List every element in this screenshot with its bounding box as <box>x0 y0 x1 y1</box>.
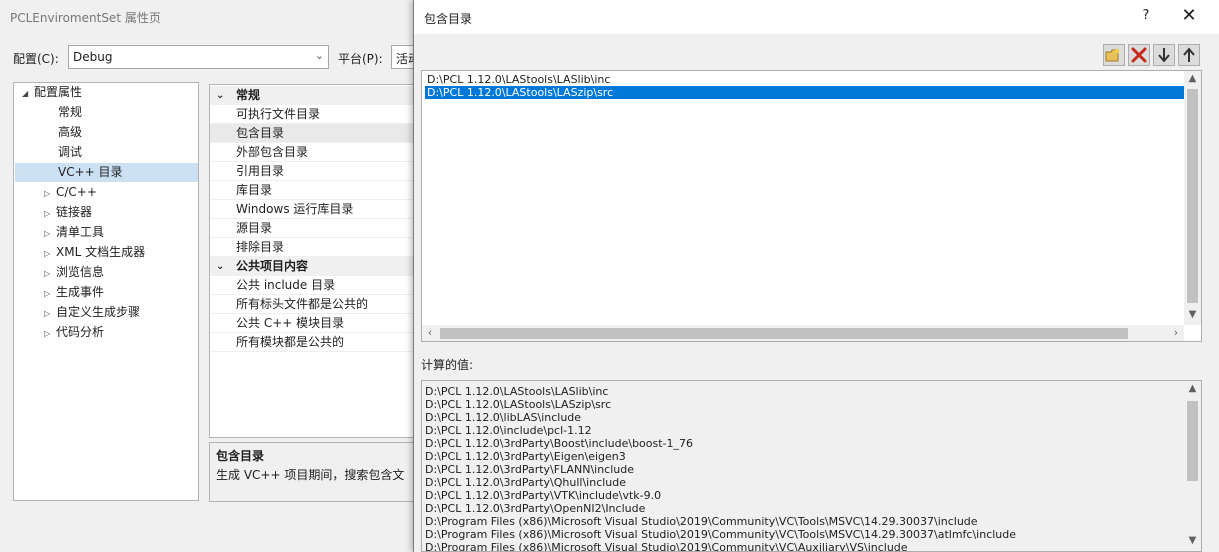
tree-item-xml-doc[interactable]: ▷ XML 文档生成器 <box>44 243 145 262</box>
category-general[interactable]: ⌄ 常规 <box>210 86 420 105</box>
list-item: D:\PCL 1.12.0\3rdParty\VTK\include\vtk-9… <box>425 489 662 502</box>
tree-item-cpp[interactable]: ▷ C/C++ <box>44 183 97 202</box>
prop-all-modules-public[interactable]: 所有模块都是公共的 <box>210 333 420 352</box>
property-grid: ⌄ 常规 可执行文件目录 包含目录 外部包含目录 引用目录 库目录 Window… <box>209 84 420 438</box>
evaluated-values-list: D:\PCL 1.12.0\LAStools\LASlib\inc D:\PCL… <box>421 380 1202 552</box>
delete-button[interactable] <box>1128 44 1150 66</box>
move-up-button[interactable] <box>1178 44 1200 66</box>
scroll-down-arrow-icon[interactable]: ▼ <box>1184 307 1201 323</box>
collapse-chevron-icon: ⌄ <box>216 261 225 272</box>
move-down-button[interactable] <box>1153 44 1175 66</box>
prop-source-dirs[interactable]: 源目录 <box>210 219 420 238</box>
collapsed-triangle-icon: ▷ <box>44 309 51 318</box>
evaluated-value-label: 计算的值: <box>421 358 474 372</box>
help-button[interactable]: ? <box>1138 8 1154 26</box>
tree-item-browse-info[interactable]: ▷ 浏览信息 <box>44 263 104 282</box>
scroll-up-arrow-icon[interactable]: ▲ <box>1184 71 1201 87</box>
collapsed-triangle-icon: ▷ <box>44 329 51 338</box>
scroll-right-arrow-icon[interactable]: › <box>1168 325 1184 341</box>
scroll-down-arrow-icon[interactable]: ▼ <box>1184 533 1201 549</box>
move-down-icon <box>1158 48 1170 63</box>
tree-item-general[interactable]: 常规 <box>58 103 82 122</box>
scroll-left-arrow-icon[interactable]: ‹ <box>422 325 438 341</box>
tree-item-advanced[interactable]: 高级 <box>58 123 82 142</box>
config-value: Debug <box>73 50 113 64</box>
prop-exclude-dirs[interactable]: 排除目录 <box>210 238 420 257</box>
scroll-thumb[interactable] <box>1187 401 1198 481</box>
new-line-icon <box>1105 48 1120 62</box>
prop-library-dirs[interactable]: 库目录 <box>210 181 420 200</box>
list-item: D:\Program Files (x86)\Microsoft Visual … <box>425 515 978 528</box>
window-title: PCLEnviromentSet 属性页 <box>10 11 161 25</box>
description-title: 包含目录 <box>216 449 265 463</box>
config-label: 配置(C): <box>13 52 59 66</box>
tree-item-build-events[interactable]: ▷ 生成事件 <box>44 283 104 302</box>
prop-all-headers-public[interactable]: 所有标头文件都是公共的 <box>210 295 420 314</box>
tree-item-debugging[interactable]: 调试 <box>58 143 82 162</box>
list-item: D:\PCL 1.12.0\3rdParty\OpenNI2\Include <box>425 502 646 515</box>
tree-item-linker[interactable]: ▷ 链接器 <box>44 203 92 222</box>
list-item: D:\PCL 1.12.0\3rdParty\Boost\include\boo… <box>425 437 694 450</box>
collapsed-triangle-icon: ▷ <box>44 189 51 198</box>
platform-label: 平台(P): <box>338 52 383 66</box>
collapsed-triangle-icon: ▷ <box>44 229 51 238</box>
dialog-title: 包含目录 <box>424 12 473 26</box>
prop-winrt-lib-dirs[interactable]: Windows 运行库目录 <box>210 200 420 219</box>
include-directories-dialog: 包含目录 ? ✕ D:\PCL 1.12.0\LAStools\LASlib\i… <box>413 0 1219 552</box>
scroll-thumb[interactable] <box>1187 89 1198 303</box>
config-dropdown[interactable]: Debug ⌄ <box>68 45 329 69</box>
list-item-selected[interactable]: D:\PCL 1.12.0\LAStools\LASzip\src <box>425 86 1185 99</box>
vertical-scrollbar[interactable]: ▲ ▼ <box>1184 71 1201 325</box>
prop-public-include-dirs[interactable]: 公共 include 目录 <box>210 276 420 295</box>
prop-reference-dirs[interactable]: 引用目录 <box>210 162 420 181</box>
description-panel: 包含目录 生成 VC++ 项目期间，搜索包含文 <box>209 442 419 502</box>
move-up-icon <box>1183 47 1195 62</box>
horizontal-scrollbar[interactable]: ‹ › <box>422 325 1184 341</box>
scroll-up-arrow-icon[interactable]: ▲ <box>1184 381 1201 397</box>
expanded-triangle-icon: ◢ <box>22 89 29 98</box>
include-directories-list[interactable]: D:\PCL 1.12.0\LAStools\LASlib\inc D:\PCL… <box>421 70 1202 342</box>
collapsed-triangle-icon: ▷ <box>44 289 51 298</box>
category-public-project-content[interactable]: ⌄ 公共项目内容 <box>210 257 420 276</box>
dialog-titlebar: 包含目录 ? ✕ <box>414 0 1219 34</box>
tree-item-vc-directories[interactable]: VC++ 目录 <box>15 163 198 182</box>
delete-icon <box>1131 47 1147 63</box>
prop-external-include-dirs[interactable]: 外部包含目录 <box>210 143 420 162</box>
tree-item-manifest-tool[interactable]: ▷ 清单工具 <box>44 223 104 242</box>
tree-item-code-analysis[interactable]: ▷ 代码分析 <box>44 323 104 342</box>
list-item: D:\PCL 1.12.0\3rdParty\FLANN\include <box>425 463 635 476</box>
description-text: 生成 VC++ 项目期间，搜索包含文 <box>216 468 405 482</box>
collapsed-triangle-icon: ▷ <box>44 209 51 218</box>
list-item: D:\PCL 1.12.0\include\pcl-1.12 <box>425 424 592 437</box>
vertical-scrollbar[interactable]: ▲ ▼ <box>1184 381 1201 551</box>
collapsed-triangle-icon: ▷ <box>44 249 51 258</box>
close-button[interactable]: ✕ <box>1178 6 1200 28</box>
list-item: D:\PCL 1.12.0\3rdParty\Qhull\include <box>425 476 627 489</box>
list-item: D:\PCL 1.12.0\3rdParty\Eigen\eigen3 <box>425 450 626 463</box>
list-item: D:\PCL 1.12.0\LAStools\LASzip\src <box>425 398 612 411</box>
tree-item-config-properties[interactable]: ◢ 配置属性 <box>22 83 198 102</box>
prop-public-cpp-module-dirs[interactable]: 公共 C++ 模块目录 <box>210 314 420 333</box>
property-tree: ◢ 配置属性 常规 高级 调试 VC++ 目录 ▷ C/C++ ▷ 链接器 ▷ 清单工具… <box>13 82 199 501</box>
new-line-button[interactable] <box>1103 44 1125 66</box>
tree-item-custom-build[interactable]: ▷ 自定义生成步骤 <box>44 303 140 322</box>
collapsed-triangle-icon: ▷ <box>44 269 51 278</box>
collapse-chevron-icon: ⌄ <box>216 90 225 101</box>
scroll-thumb[interactable] <box>440 328 1128 339</box>
prop-include-dirs[interactable]: 包含目录 <box>210 124 420 143</box>
prop-executable-dirs[interactable]: 可执行文件目录 <box>210 105 420 124</box>
list-item: D:\PCL 1.12.0\libLAS\include <box>425 411 582 424</box>
chevron-down-icon: ⌄ <box>314 49 324 62</box>
list-item: D:\Program Files (x86)\Microsoft Visual … <box>425 541 908 551</box>
list-item: D:\Program Files (x86)\Microsoft Visual … <box>425 528 1017 541</box>
list-item: D:\PCL 1.12.0\LAStools\LASlib\inc <box>425 385 609 398</box>
list-item[interactable]: D:\PCL 1.12.0\LAStools\LASlib\inc <box>425 73 1185 86</box>
